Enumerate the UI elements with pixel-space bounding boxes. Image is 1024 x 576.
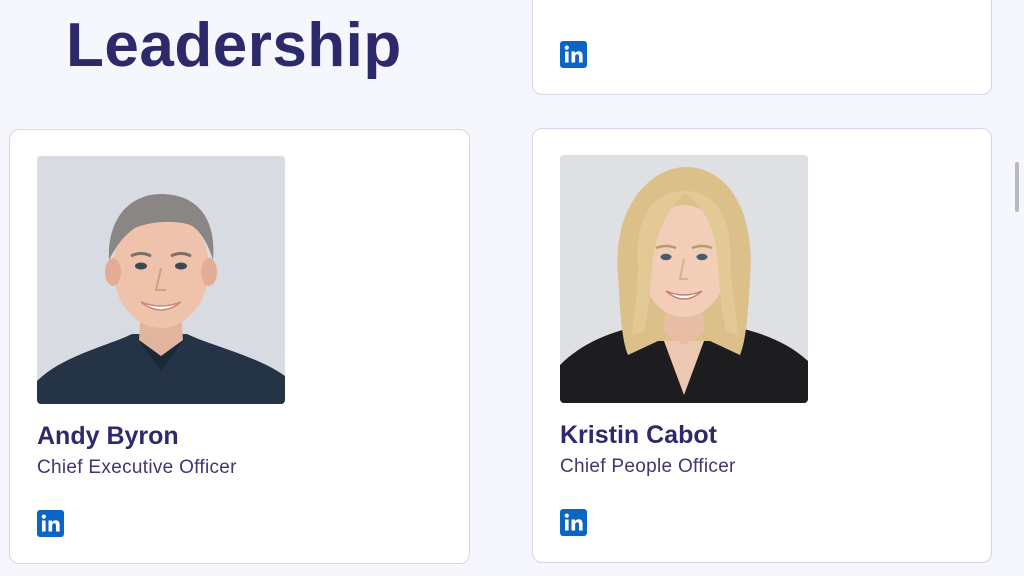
portrait-kristin xyxy=(560,155,808,403)
section-title: Leadership xyxy=(66,11,402,80)
leader-role: Chief People Officer xyxy=(560,456,736,477)
leader-photo xyxy=(37,156,285,404)
leader-role: Chief Executive Officer xyxy=(37,457,237,478)
leader-card-andy-byron: Andy Byron Chief Executive Officer xyxy=(9,129,470,564)
portrait-andy xyxy=(37,156,285,404)
leader-card-kristin-cabot: Kristin Cabot Chief People Officer xyxy=(532,128,992,563)
leader-card-strategy: Chief Strategy Officer xyxy=(532,0,992,95)
linkedin-icon[interactable] xyxy=(560,41,587,68)
leadership-page: Leadership Chief Strategy Officer xyxy=(0,0,1024,576)
linkedin-icon[interactable] xyxy=(37,510,64,537)
leader-name: Andy Byron xyxy=(37,422,179,450)
scrollbar-thumb[interactable] xyxy=(1015,162,1019,212)
leader-photo xyxy=(560,155,808,403)
linkedin-icon[interactable] xyxy=(560,509,587,536)
leader-name: Kristin Cabot xyxy=(560,421,717,449)
